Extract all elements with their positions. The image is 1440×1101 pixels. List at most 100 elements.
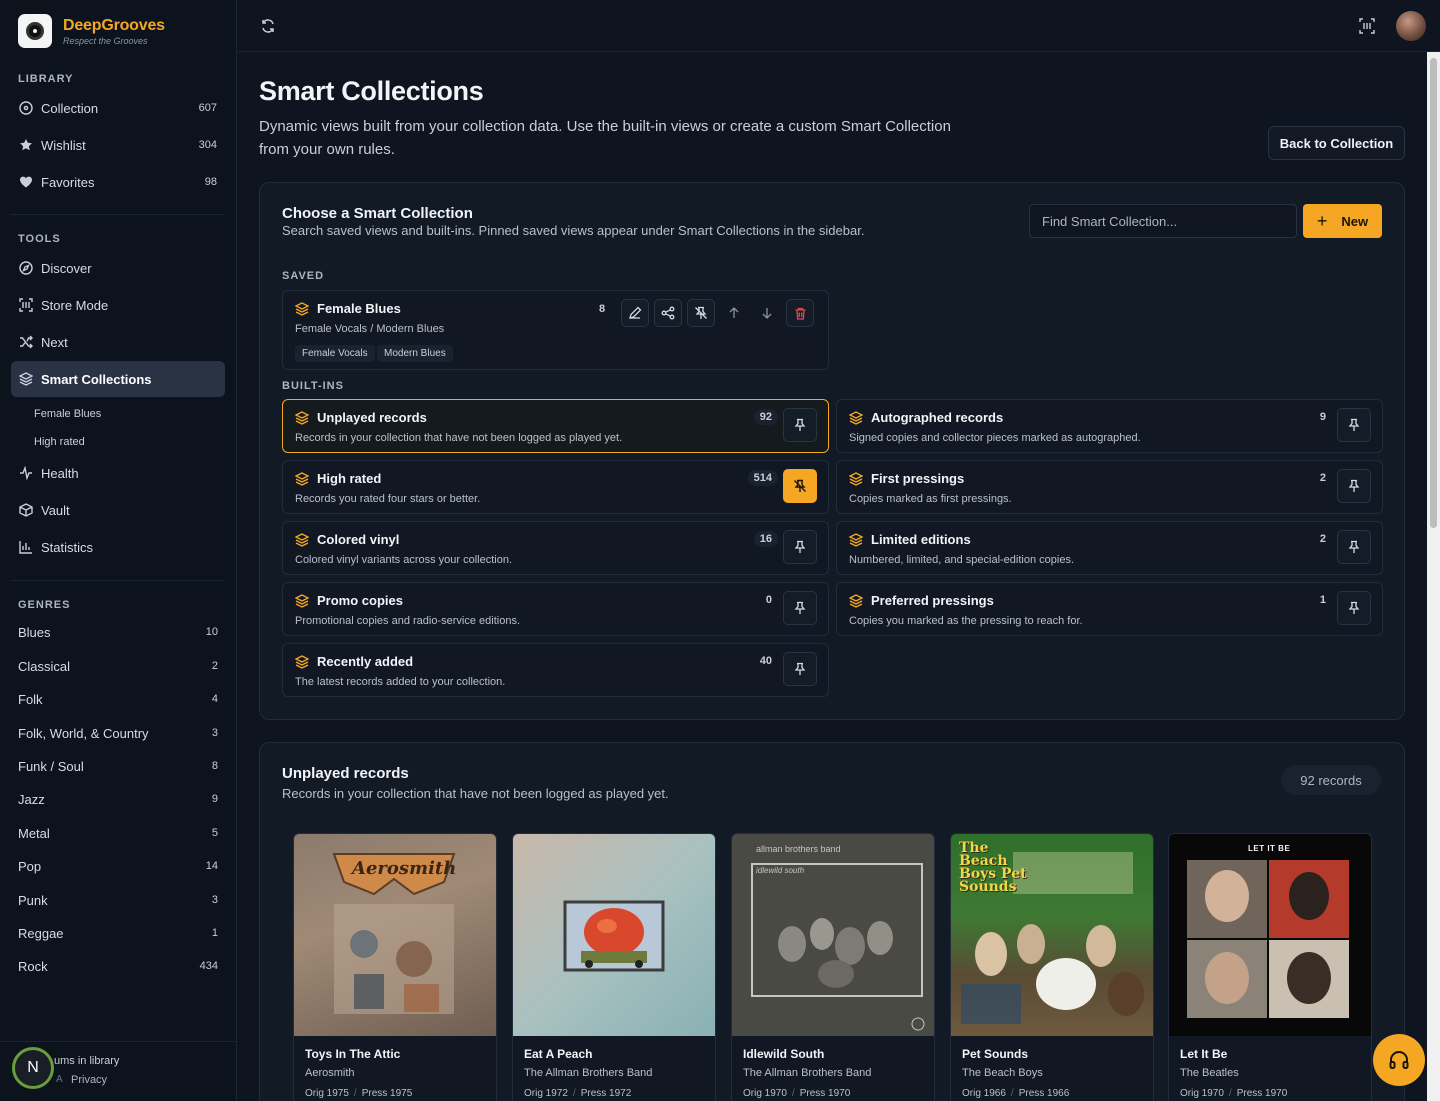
sidebar-genre-jazz[interactable]: Jazz 9: [18, 792, 218, 807]
card-subtitle: Female Vocals / Modern Blues: [295, 323, 445, 335]
sidebar-subitem-high-rated[interactable]: High rated: [34, 436, 85, 448]
sidebar-item-label: Favorites: [41, 174, 95, 190]
sidebar-item-count: 304: [198, 139, 217, 151]
builtin-card-preferred-pressings[interactable]: Preferred pressings Copies you marked as…: [836, 582, 1383, 636]
sidebar-genre-folk[interactable]: Folk 4: [18, 692, 218, 707]
pin-button[interactable]: [783, 591, 817, 625]
album-artist: The Allman Brothers Band: [743, 1067, 872, 1079]
sidebar-genre-funk-soul[interactable]: Funk / Soul 8: [18, 759, 218, 774]
delete-button[interactable]: [786, 299, 814, 327]
album-artist: The Allman Brothers Band: [524, 1067, 653, 1079]
pin-off-icon: [794, 479, 806, 492]
user-avatar-initial[interactable]: N: [12, 1047, 54, 1089]
sidebar-item-discover[interactable]: Discover: [11, 250, 225, 286]
find-smart-collection-input[interactable]: [1029, 204, 1297, 238]
box-icon: [19, 503, 33, 517]
genre-count: 434: [199, 960, 218, 972]
sidebar-item-statistics[interactable]: Statistics: [11, 529, 225, 565]
pin-button[interactable]: [1337, 408, 1371, 442]
layers-icon: [295, 301, 309, 316]
page-scrollbar[interactable]: [1427, 52, 1440, 1101]
pin-button[interactable]: [1337, 469, 1371, 503]
sidebar-item-store-mode[interactable]: Store Mode: [11, 287, 225, 323]
builtin-card-recently-added[interactable]: Recently added The latest records added …: [282, 643, 829, 697]
sidebar-genre-punk[interactable]: Punk 3: [18, 893, 218, 908]
sidebar-subitem-female-blues[interactable]: Female Blues: [34, 408, 101, 420]
sidebar-item-collection[interactable]: Collection 607: [11, 90, 225, 126]
genre-count: 4: [211, 693, 218, 705]
sidebar-item-smart-collections[interactable]: Smart Collections: [11, 361, 225, 397]
sidebar-genre-pop[interactable]: Pop 14: [18, 859, 218, 874]
card-title: Female Blues: [295, 301, 401, 316]
pin-button-active[interactable]: [783, 469, 817, 503]
move-up-button[interactable]: [720, 299, 748, 327]
card-title-text: Autographed records: [871, 410, 1004, 425]
sidebar-item-wishlist[interactable]: Wishlist 304: [11, 127, 225, 163]
saved-card-female-blues[interactable]: Female Blues Female Vocals / Modern Blue…: [282, 290, 829, 370]
card-count: 0: [765, 594, 772, 606]
move-down-button[interactable]: [753, 299, 781, 327]
builtin-card-limited-editions[interactable]: Limited editions Numbered, limited, and …: [836, 521, 1383, 575]
album-orig-year: Orig 1975: [305, 1088, 349, 1099]
user-avatar[interactable]: [1396, 11, 1426, 41]
builtin-card-unplayed[interactable]: Unplayed records Records in your collect…: [282, 399, 829, 453]
new-smart-collection-button[interactable]: + New: [1303, 204, 1382, 238]
builtins-group-label: BUILT-INS: [282, 380, 344, 392]
album-card-idlewild-south[interactable]: allman brothers band idlewild south Idle…: [731, 833, 935, 1101]
card-title: Autographed records: [849, 410, 1003, 425]
card-count: 16: [753, 531, 778, 547]
scan-barcode-icon[interactable]: [1356, 15, 1378, 37]
sidebar-genre-blues[interactable]: Blues 10: [18, 625, 218, 640]
album-press-year: Press 1970: [1236, 1088, 1288, 1099]
heart-icon: [19, 175, 33, 189]
album-card-let-it-be[interactable]: LET IT BE Let It Be The Beatles Orig 197…: [1168, 833, 1372, 1101]
album-card-pet-sounds[interactable]: The Beach Boys Pet Sounds Pet Sounds The…: [950, 833, 1154, 1101]
pin-button[interactable]: [1337, 530, 1371, 564]
sidebar: DeepGrooves Respect the Grooves LIBRARY …: [0, 0, 237, 1101]
album-cover: [513, 834, 715, 1036]
brand[interactable]: DeepGrooves Respect the Grooves: [0, 0, 236, 62]
card-count: 514: [747, 470, 778, 486]
album-cover: The Beach Boys Pet Sounds: [951, 834, 1153, 1036]
unpin-button[interactable]: [687, 299, 715, 327]
card-subtitle: Copies marked as first pressings.: [849, 493, 1012, 505]
privacy-link[interactable]: Privacy: [71, 1074, 107, 1086]
refresh-icon[interactable]: [257, 15, 279, 37]
sidebar-item-label: Discover: [41, 260, 92, 276]
card-title: Promo copies: [295, 593, 403, 608]
pin-button[interactable]: [1337, 591, 1371, 625]
genre-count: 3: [211, 894, 218, 906]
sidebar-genre-folk-world-country[interactable]: Folk, World, & Country 3: [18, 726, 218, 741]
compass-icon: [19, 261, 33, 275]
arrow-up-icon: [729, 307, 739, 318]
share-button[interactable]: [654, 299, 682, 327]
album-card-toys-in-the-attic[interactable]: Aerosmith Toys In The Attic Aerosmith Or…: [293, 833, 497, 1101]
back-to-collection-button[interactable]: Back to Collection: [1268, 126, 1405, 160]
builtin-card-autographed[interactable]: Autographed records Signed copies and co…: [836, 399, 1383, 453]
headphones-fab-button[interactable]: [1373, 1034, 1425, 1086]
headphones-icon: [1389, 1051, 1409, 1069]
sidebar-item-health[interactable]: Health: [11, 455, 225, 491]
sidebar-item-vault[interactable]: Vault: [11, 492, 225, 528]
results-subtitle: Records in your collection that have not…: [282, 786, 669, 801]
sidebar-genre-classical[interactable]: Classical 2: [18, 659, 218, 674]
sidebar-genre-metal[interactable]: Metal 5: [18, 826, 218, 841]
sidebar-item-next[interactable]: Next: [11, 324, 225, 360]
pin-button[interactable]: [783, 652, 817, 686]
builtin-card-promo-copies[interactable]: Promo copies Promotional copies and radi…: [282, 582, 829, 636]
builtin-card-colored-vinyl[interactable]: Colored vinyl Colored vinyl variants acr…: [282, 521, 829, 575]
pin-button[interactable]: [783, 530, 817, 564]
sidebar-genre-rock[interactable]: Rock 434: [18, 959, 218, 974]
sidebar-genre-reggae[interactable]: Reggae 1: [18, 926, 218, 941]
edit-button[interactable]: [621, 299, 649, 327]
cover-text: LET IT BE: [1248, 844, 1291, 853]
scrollbar-thumb[interactable]: [1430, 58, 1437, 528]
card-subtitle: Colored vinyl variants across your colle…: [295, 554, 513, 566]
card-title-text: High rated: [317, 471, 382, 486]
builtin-card-first-pressings[interactable]: First pressings Copies marked as first p…: [836, 460, 1383, 514]
sidebar-item-favorites[interactable]: Favorites 98: [11, 164, 225, 200]
pencil-icon: [629, 306, 642, 319]
pin-button[interactable]: [783, 408, 817, 442]
builtin-card-high-rated[interactable]: High rated Records you rated four stars …: [282, 460, 829, 514]
album-card-eat-a-peach[interactable]: Eat A Peach The Allman Brothers Band Ori…: [512, 833, 716, 1101]
